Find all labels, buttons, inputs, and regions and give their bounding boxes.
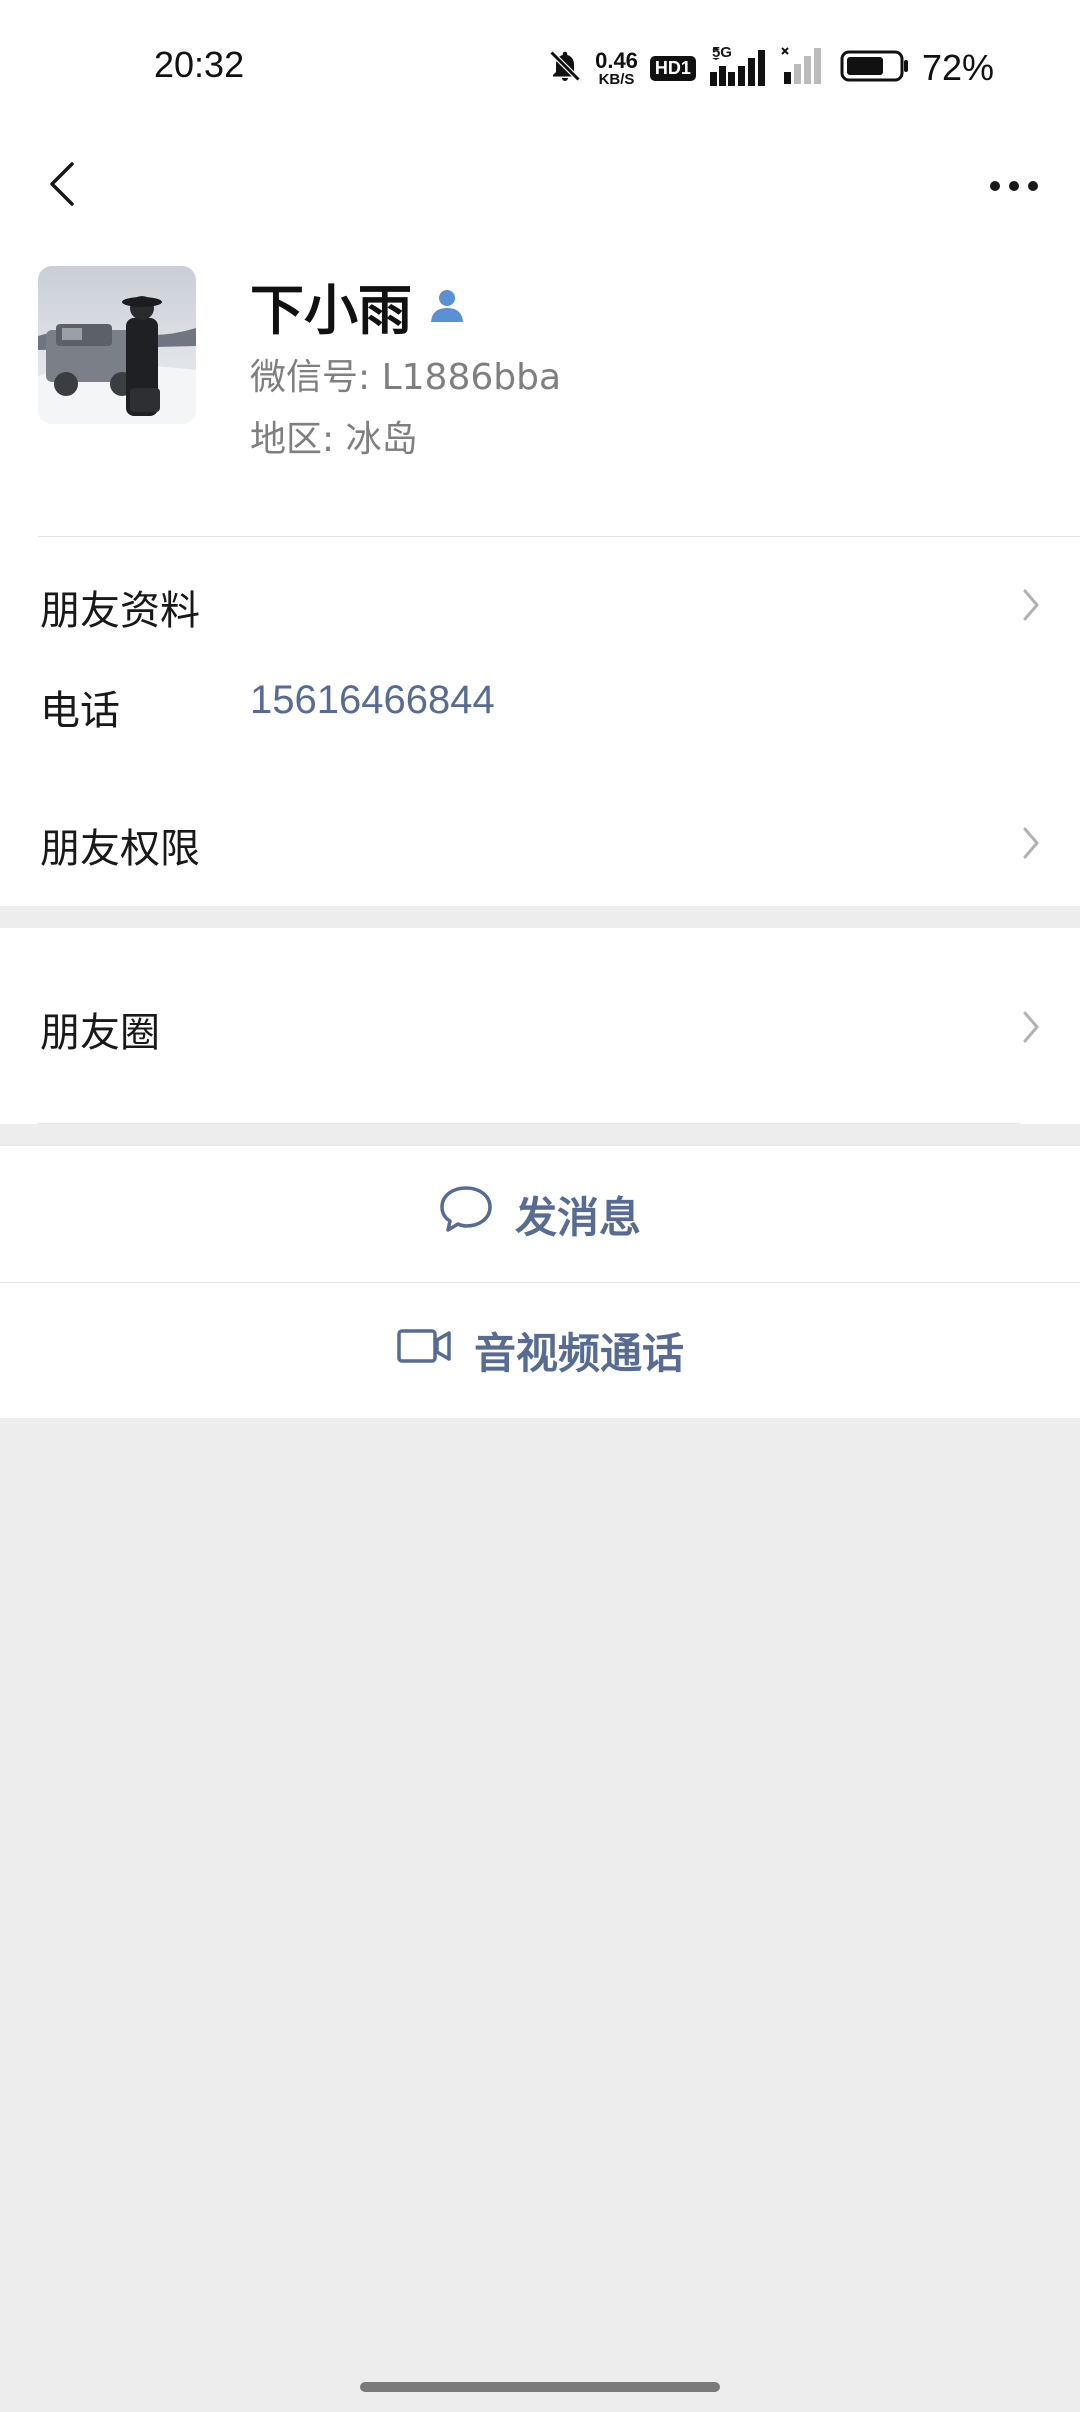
- chevron-left-icon: [48, 160, 76, 212]
- chat-bubble-icon: [439, 1184, 493, 1244]
- chevron-right-icon: [1022, 826, 1040, 864]
- wechat-id: 微信号: L1886bba: [250, 357, 562, 398]
- more-horizontal-icon: [989, 177, 1039, 196]
- friend-profile-label: 朋友资料: [40, 588, 200, 634]
- contact-name: 下小雨: [250, 266, 466, 345]
- network-speed-unit: KB/S: [598, 70, 635, 88]
- status-time: 20:32: [154, 44, 245, 85]
- battery-percent: 72%: [921, 47, 994, 88]
- network-speed: 0.46 KB/S: [595, 47, 638, 88]
- more-options-button[interactable]: [974, 146, 1054, 226]
- bell-off-icon: [547, 48, 583, 88]
- video-call-button[interactable]: 音视频通话: [0, 1282, 1080, 1418]
- region: 地区: 冰岛: [250, 419, 418, 460]
- divider: [38, 1123, 1020, 1124]
- video-call-label: 音视频通话: [473, 1329, 684, 1378]
- video-camera-icon: [396, 1326, 452, 1376]
- status-bar: 20:32 0.46 KB/S HD1 5G 72%: [0, 0, 1080, 136]
- top-nav-bar: [0, 136, 1080, 236]
- battery-icon: [840, 49, 910, 87]
- contact-profile-page: 20:32 0.46 KB/S HD1 5G 72% 下小雨 微信号: L188…: [0, 0, 1080, 2412]
- phone-row: 电话: [0, 646, 1080, 756]
- network-type-label: 5G: [711, 44, 732, 61]
- send-message-button[interactable]: 发消息: [0, 1146, 1080, 1282]
- info-section: 朋友资料 电话 15616466844 朋友权限: [0, 536, 1080, 906]
- send-message-label: 发消息: [514, 1192, 641, 1242]
- network-speed-value: 0.46: [595, 47, 638, 73]
- back-button[interactable]: [26, 146, 98, 226]
- friend-profile-row[interactable]: 朋友资料: [0, 536, 1080, 646]
- status-icons: 0.46 KB/S HD1 5G 72%: [547, 44, 994, 92]
- phone-number-link[interactable]: 15616466844: [250, 678, 495, 723]
- phone-label: 电话: [40, 688, 120, 734]
- home-indicator[interactable]: [360, 2382, 720, 2392]
- contact-person-icon: [428, 274, 466, 337]
- chevron-right-icon: [1022, 1010, 1040, 1048]
- profile-header: 下小雨 微信号: L1886bba 地区: 冰岛: [0, 236, 1080, 536]
- moments-row[interactable]: 朋友圈: [0, 928, 1080, 1124]
- friend-permissions-label: 朋友权限: [40, 826, 200, 872]
- moments-label: 朋友圈: [40, 1010, 160, 1056]
- friend-permissions-row[interactable]: 朋友权限: [0, 776, 1080, 906]
- signal-icon: 5G: [708, 44, 768, 88]
- contact-name-text: 下小雨: [250, 279, 412, 342]
- hd-badge: HD1: [649, 55, 696, 81]
- signal-weak-icon: [780, 46, 828, 90]
- chevron-right-icon: [1022, 588, 1040, 626]
- avatar[interactable]: [38, 266, 196, 424]
